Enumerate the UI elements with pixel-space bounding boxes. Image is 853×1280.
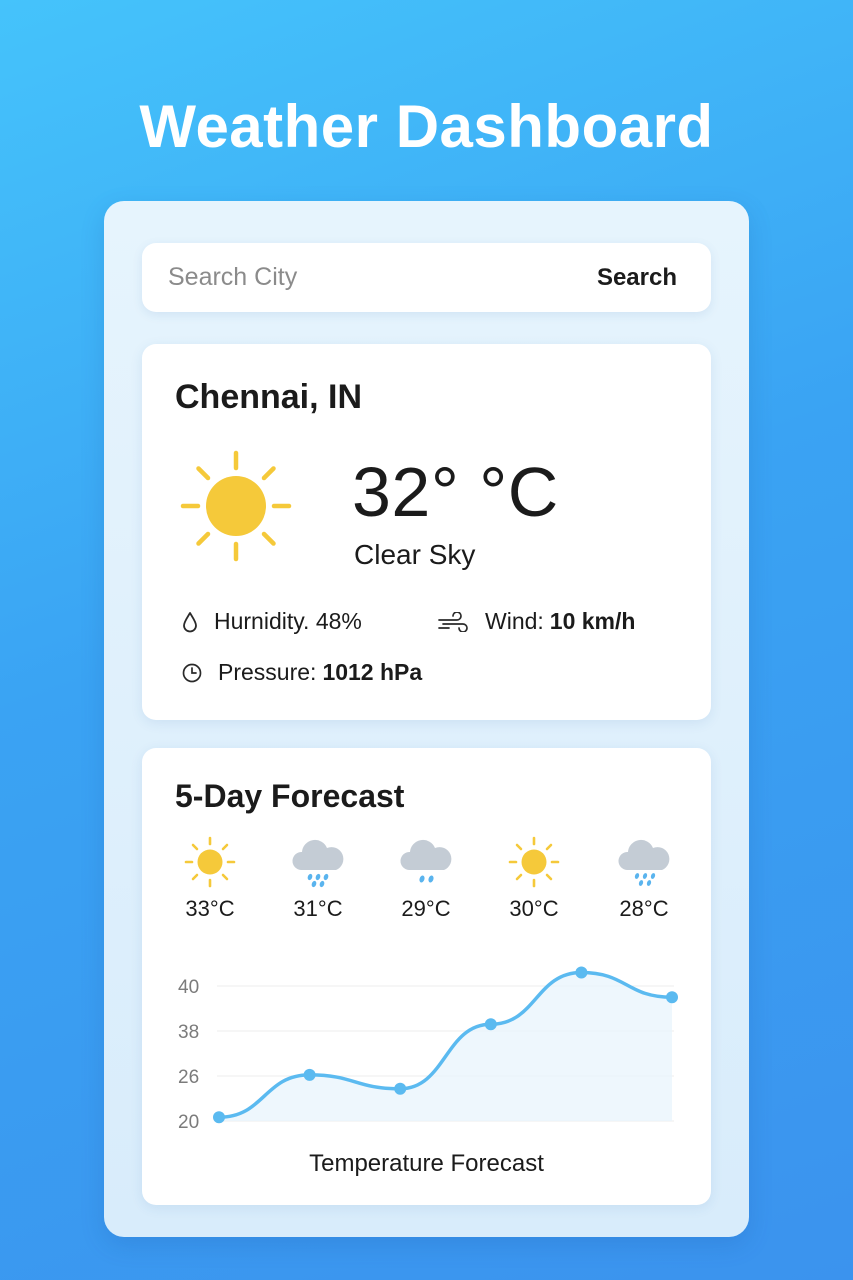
forecast-temp: 31°C xyxy=(293,896,343,921)
forecast-temp: 29°C xyxy=(401,896,451,921)
forecast-day: 33°C xyxy=(165,836,255,922)
y-tick-label: 20 xyxy=(178,1112,199,1133)
y-tick-label: 40 xyxy=(178,977,199,998)
search-button[interactable]: Search xyxy=(597,243,677,312)
pressure-label: Pressure: xyxy=(218,659,317,685)
rain-cloud-icon xyxy=(618,839,670,886)
sun-icon xyxy=(180,450,292,562)
wind-stat: Wind: 10 km/h xyxy=(437,608,635,635)
sun-icon xyxy=(184,836,236,888)
y-tick-label: 38 xyxy=(178,1022,199,1043)
pressure-value: 1012 hPa xyxy=(322,659,423,685)
forecast-title: 5-Day Forecast xyxy=(175,778,405,814)
current-weather-card: Chennai, IN 32° °C Clear Sky Hurnidity. … xyxy=(142,344,711,720)
humidity-stat: Hurnidity. 48% xyxy=(182,608,362,635)
data-point xyxy=(575,966,588,979)
forecast-temp: 28°C xyxy=(619,896,669,921)
dashboard-panel: Search Chennai, IN 32° °C Clear Sky Hurn… xyxy=(104,201,749,1237)
data-point xyxy=(213,1111,225,1124)
city-name: Chennai, IN xyxy=(175,378,363,416)
series-area xyxy=(219,972,672,1121)
weather-condition: Clear Sky xyxy=(354,539,476,570)
forecast-day: 31°C xyxy=(273,836,363,922)
data-point xyxy=(666,991,678,1004)
chart-title: Temperature Forecast xyxy=(309,1150,544,1177)
forecast-day: 28°C xyxy=(599,836,689,922)
forecast-temp: 33°C xyxy=(185,896,235,921)
temperature-chart: 40 38 26 20 xyxy=(178,966,678,1133)
forecast-day: 30°C xyxy=(489,836,579,922)
data-point xyxy=(394,1082,407,1095)
humidity-text: Hurnidity. 48% xyxy=(214,608,362,634)
search-bar: Search xyxy=(142,243,711,312)
forecast-day: 29°C xyxy=(381,836,471,922)
forecast-temp: 30°C xyxy=(509,896,559,921)
sun-icon xyxy=(508,836,560,888)
clock-icon xyxy=(182,663,202,682)
rain-cloud-icon xyxy=(292,839,344,888)
search-input[interactable] xyxy=(168,243,548,312)
data-point xyxy=(303,1068,316,1081)
wind-icon xyxy=(438,611,468,632)
pressure-stat: Pressure: 1012 hPa xyxy=(182,659,422,686)
wind-value: 10 km/h xyxy=(549,608,636,634)
rain-cloud-icon xyxy=(400,839,452,883)
current-temperature: 32° °C xyxy=(352,453,559,531)
droplet-icon xyxy=(183,611,197,632)
wind-label: Wind: xyxy=(485,608,544,634)
page-title: Weather Dashboard xyxy=(139,93,714,160)
y-tick-label: 26 xyxy=(178,1067,199,1088)
forecast-card: 5-Day Forecast 33°C 31°C 29°C 30°C 28°C … xyxy=(142,748,711,1205)
data-point xyxy=(484,1018,497,1031)
